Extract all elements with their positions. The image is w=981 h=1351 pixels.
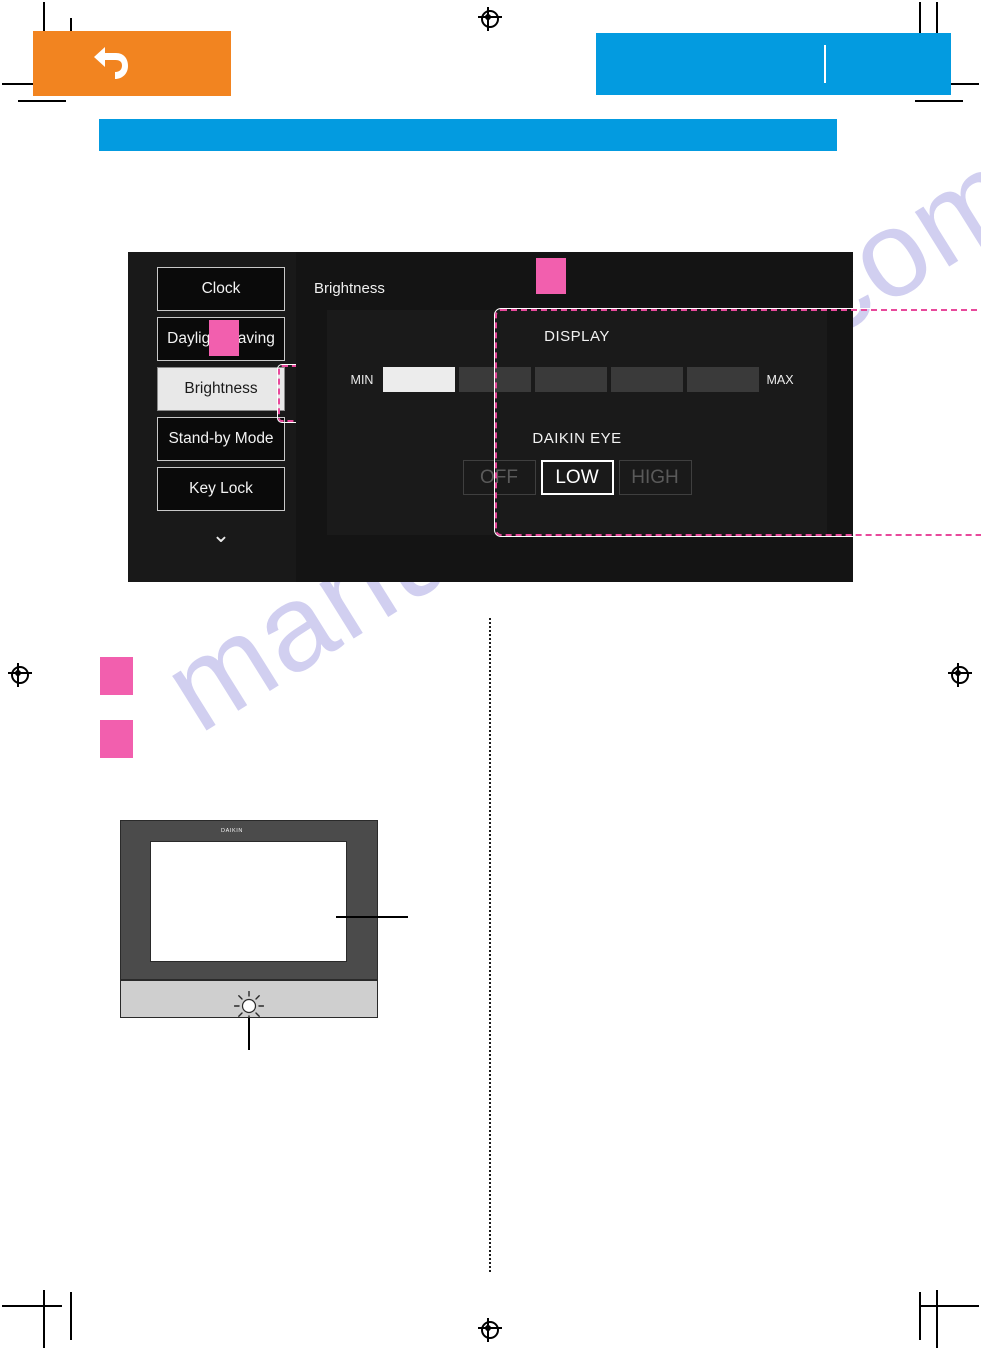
slider-min-label: MIN: [350, 372, 374, 387]
leader-line-display: [336, 916, 408, 918]
registration-mark-right: [948, 663, 972, 687]
crop-mark-bottom-left-v2: [70, 1292, 72, 1340]
registration-mark-bottom: [478, 1318, 502, 1342]
daikin-eye-section-label: DAIKIN EYE: [532, 430, 622, 447]
registration-mark-left: [8, 663, 32, 687]
leader-line-eye-lamp: [248, 1018, 250, 1050]
menu-item-stand-by-mode[interactable]: Stand-by Mode: [157, 417, 285, 461]
option-label: LOW: [555, 466, 599, 488]
chapter-title-banner: [596, 33, 951, 95]
daikin-eye-option-low[interactable]: LOW: [540, 460, 614, 495]
menu-item-brightness[interactable]: Brightness: [157, 367, 285, 411]
callout-marker-menu: [209, 320, 239, 356]
display-brightness-slider[interactable]: MIN MAX: [341, 367, 813, 392]
back-navigation-banner[interactable]: [33, 31, 231, 96]
daikin-eye-option-high[interactable]: HIGH: [618, 460, 692, 495]
brightness-settings-panel: Brightness DISPLAY MIN MAX DAIKIN EYE OF…: [296, 252, 981, 582]
menu-item-key-lock[interactable]: Key Lock: [157, 467, 285, 511]
controller-illustration: DAIKIN: [120, 820, 408, 1050]
crop-mark-bottom-right-h: [919, 1305, 979, 1307]
controller-screen-capture: Clock Daylight Saving Brightness Stand-b…: [128, 252, 981, 582]
menu-item-clock[interactable]: Clock: [157, 267, 285, 311]
banner-divider: [824, 45, 826, 83]
slider-segment-5[interactable]: [687, 367, 759, 392]
crop-mark-top-right-h2: [915, 100, 963, 102]
slider-segment-2[interactable]: [459, 367, 531, 392]
crop-mark-bottom-right-v2: [919, 1292, 921, 1340]
option-label: OFF: [480, 466, 518, 488]
panel-title: Brightness: [314, 280, 385, 297]
crop-mark-bottom-left-v: [43, 1290, 45, 1348]
settings-menu-sidebar: Clock Daylight Saving Brightness Stand-b…: [128, 252, 422, 582]
daikin-logo: DAIKIN: [221, 828, 243, 834]
slider-segment-4[interactable]: [611, 367, 683, 392]
display-section-label: DISPLAY: [544, 328, 610, 345]
menu-item-label: Clock: [201, 280, 241, 297]
sun-lamp-icon: [234, 991, 264, 1021]
controller-display-area: [150, 841, 347, 962]
crop-mark-top-left-h2: [18, 100, 66, 102]
menu-item-label: Stand-by Mode: [168, 430, 274, 447]
slider-segment-3[interactable]: [535, 367, 607, 392]
document-page: manualshive.com: [0, 0, 981, 1351]
back-arrow-icon: [94, 47, 128, 79]
menu-item-label: Key Lock: [189, 480, 253, 497]
crop-mark-bottom-right-v: [936, 1290, 938, 1348]
callout-marker-panel: [536, 258, 566, 294]
section-title-banner: [99, 119, 837, 151]
chevron-down-icon[interactable]: ⌄: [157, 524, 285, 546]
callout-marker-step-1: [100, 657, 133, 695]
settings-menu-list: Clock Daylight Saving Brightness Stand-b…: [157, 267, 285, 517]
slider-track[interactable]: [383, 367, 759, 392]
daikin-eye-option-group: OFF LOW HIGH: [327, 460, 827, 495]
slider-segment-1[interactable]: [383, 367, 455, 392]
registration-mark-top: [478, 7, 502, 31]
callout-marker-step-2: [100, 720, 133, 758]
slider-max-label: MAX: [766, 372, 794, 387]
menu-item-label: Brightness: [184, 380, 258, 397]
daikin-eye-option-off[interactable]: OFF: [462, 460, 536, 495]
option-label: HIGH: [631, 466, 679, 488]
brightness-controls-group: DISPLAY MIN MAX DAIKIN EYE OFF LOW HIGH: [327, 310, 827, 535]
column-divider: [489, 618, 491, 1272]
crop-mark-bottom-left-h: [2, 1305, 62, 1307]
